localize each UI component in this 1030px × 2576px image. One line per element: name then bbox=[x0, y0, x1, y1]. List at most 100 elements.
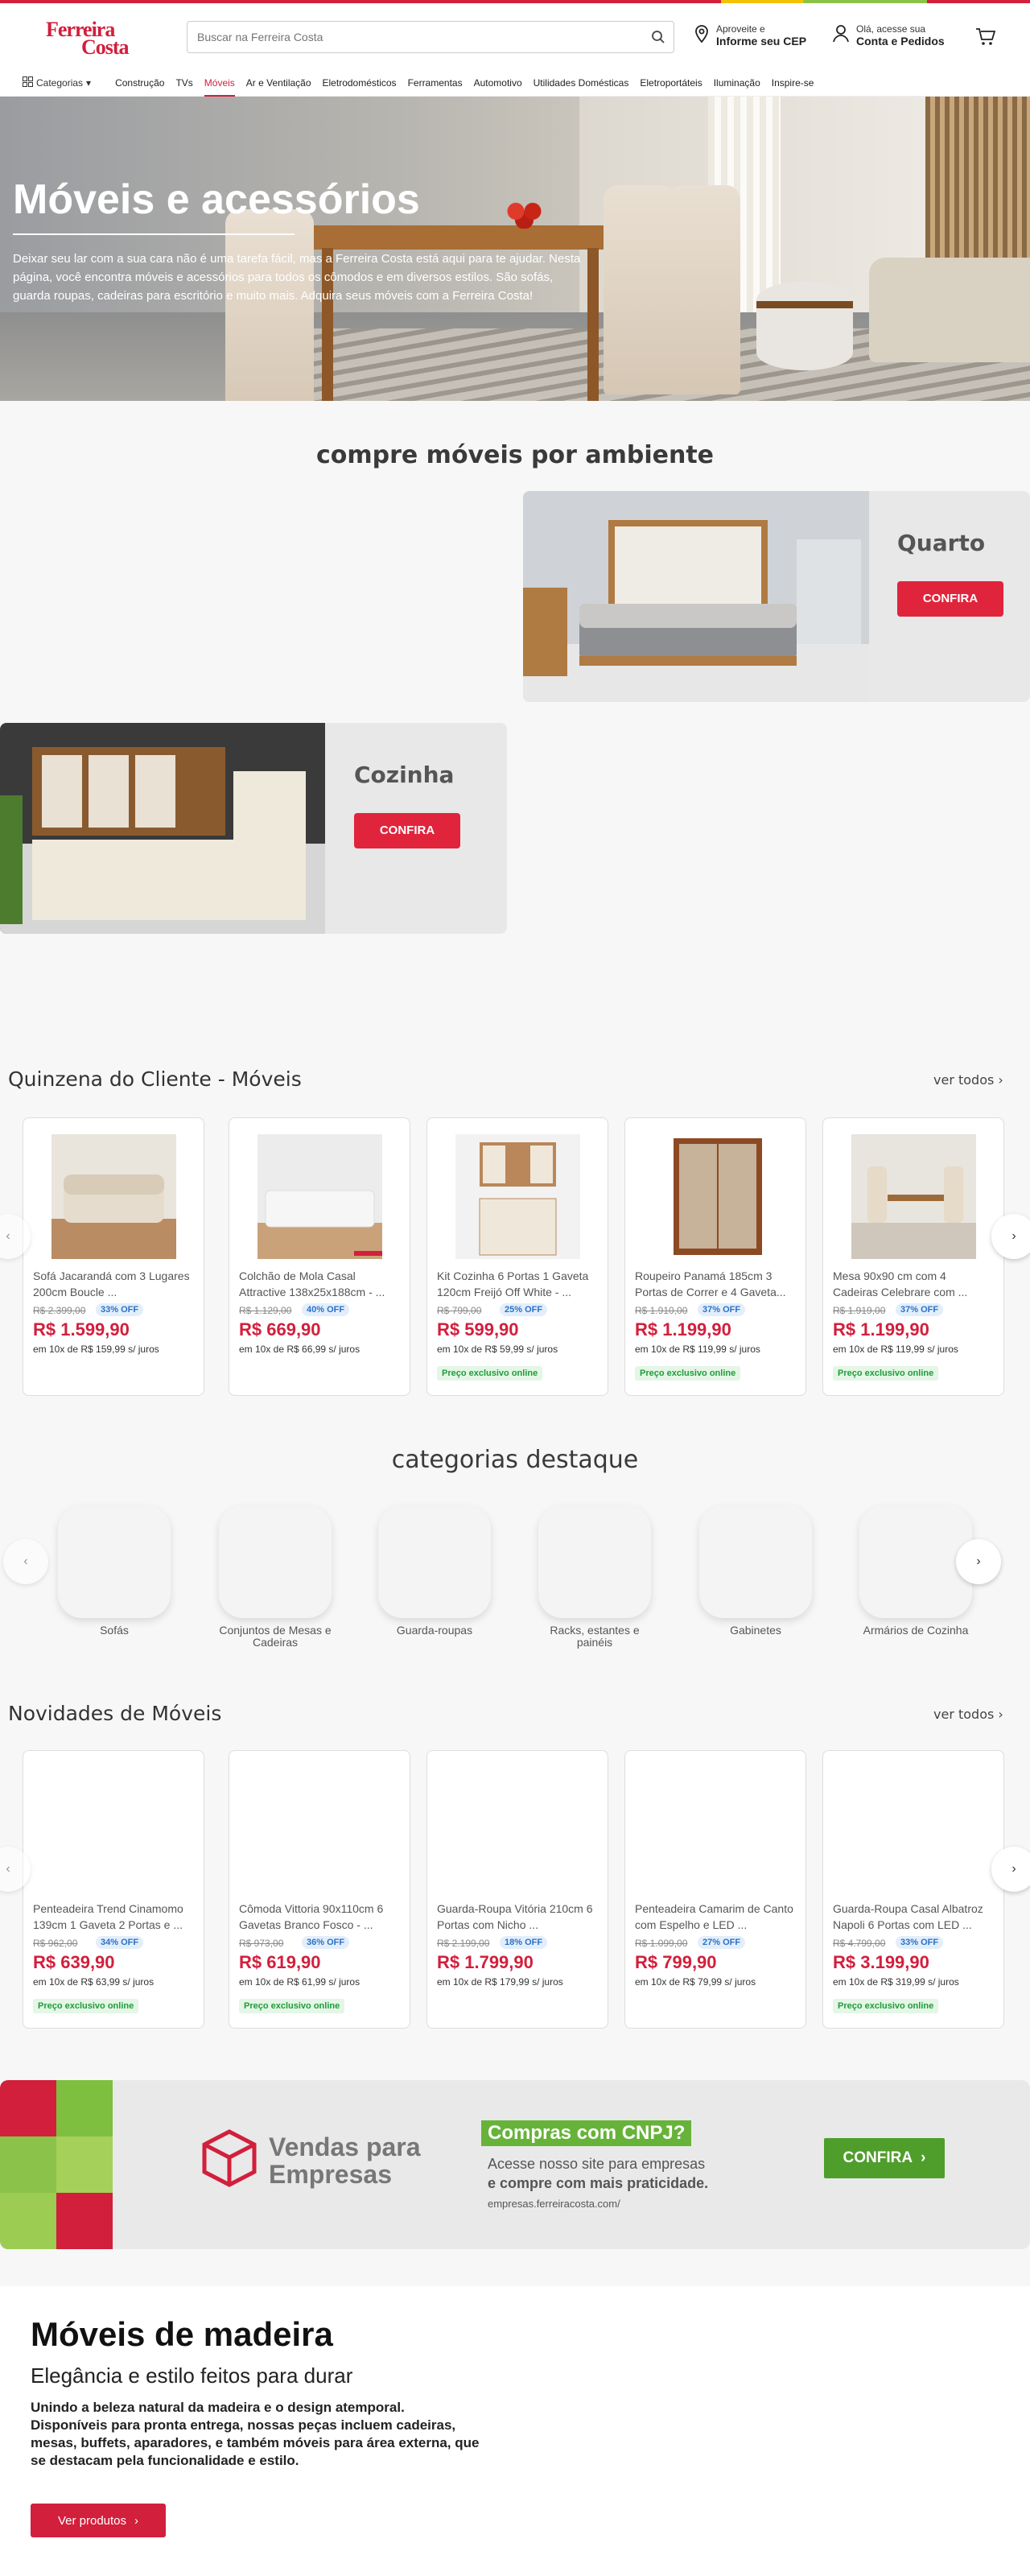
empresas-url: empresas.ferreiracosta.com/ bbox=[488, 2198, 620, 2210]
ferreira-costa-logo[interactable]: Ferreira Costa bbox=[44, 18, 149, 60]
category-item[interactable]: Racks, estantes e painéis bbox=[538, 1505, 651, 1649]
product-card[interactable]: Cômoda Vittoria 90x110cm 6 Gavetas Branc… bbox=[229, 1750, 410, 2029]
nav-item-eletrodomesticos[interactable]: Eletrodomésticos bbox=[323, 69, 397, 97]
cart-icon[interactable] bbox=[975, 27, 996, 51]
category-item[interactable]: Conjuntos de Mesas e Cadeiras bbox=[219, 1505, 332, 1649]
novidades-see-all[interactable]: ver todos › bbox=[933, 1707, 1003, 1722]
carousel-next-button[interactable]: › bbox=[991, 1214, 1030, 1259]
product-price: R$ 599,90 bbox=[437, 1319, 519, 1340]
cnpj-text: Acesse nosso site para empresas e compre… bbox=[488, 2156, 709, 2191]
nav-item-moveis[interactable]: Móveis bbox=[204, 69, 235, 97]
nav-item-iluminacao[interactable]: Iluminação bbox=[714, 69, 760, 97]
product-name: Roupeiro Panamá 185cm 3 Portas de Correr… bbox=[635, 1269, 786, 1298]
search-icon[interactable] bbox=[651, 30, 665, 48]
installment-text: em 10x de R$ 159,99 s/ juros bbox=[33, 1344, 159, 1355]
tile bbox=[56, 2136, 113, 2193]
product-old-price: R$ 962,00 bbox=[33, 1938, 78, 1949]
installment-text: em 10x de R$ 79,99 s/ juros bbox=[635, 1976, 756, 1988]
product-name: Sofá Jacarandá com 3 Lugares 200cm Boucl… bbox=[33, 1269, 190, 1298]
confira-empresas-button[interactable]: CONFIRA › bbox=[824, 2138, 945, 2178]
chevron-right-icon: › bbox=[998, 1072, 1003, 1088]
nav-item-eletroportateis[interactable]: Eletroportáteis bbox=[640, 69, 702, 97]
product-price: R$ 639,90 bbox=[33, 1952, 115, 1972]
madeira-subtitle: Elegância e estilo feitos para durar bbox=[31, 2363, 353, 2388]
product-card[interactable]: Colchão de Mola Casal Attractive 138x25x… bbox=[229, 1117, 410, 1396]
category-item[interactable]: Gabinetes bbox=[699, 1505, 812, 1637]
product-name: Kit Cozinha 6 Portas 1 Gaveta 120cm Frei… bbox=[437, 1269, 589, 1298]
chevron-left-icon: ‹ bbox=[6, 1862, 10, 1876]
hero-title: Móveis e acessórios bbox=[13, 176, 420, 223]
product-price: R$ 619,90 bbox=[239, 1952, 321, 1972]
chevron-right-icon: › bbox=[1011, 1229, 1016, 1243]
hero-sofa bbox=[869, 258, 1030, 362]
product-card[interactable]: Roupeiro Panamá 185cm 3 Portas de Correr… bbox=[624, 1117, 806, 1396]
category-image bbox=[699, 1505, 812, 1618]
discount-badge: 33% OFF bbox=[896, 1936, 944, 1949]
category-prev-button[interactable]: ‹ bbox=[3, 1539, 48, 1584]
nav-item-construcao[interactable]: Construção bbox=[115, 69, 164, 97]
search-input[interactable] bbox=[187, 22, 622, 52]
chevron-right-icon: › bbox=[134, 2513, 139, 2528]
hero-banner: Móveis e acessórios Deixar seu lar com a… bbox=[0, 97, 1030, 401]
discount-badge: 40% OFF bbox=[302, 1303, 350, 1316]
category-item[interactable]: Sofás bbox=[58, 1505, 171, 1637]
hero-fruit-bowl bbox=[499, 200, 555, 229]
categories-menu[interactable]: Categorias ▾ bbox=[23, 76, 91, 89]
carousel-next-button[interactable]: › bbox=[991, 1847, 1030, 1892]
product-old-price: R$ 2.199,00 bbox=[437, 1938, 490, 1949]
category-image bbox=[378, 1505, 491, 1618]
product-card[interactable]: Kit Cozinha 6 Portas 1 Gaveta 120cm Frei… bbox=[426, 1117, 608, 1396]
installment-text: em 10x de R$ 59,99 s/ juros bbox=[437, 1344, 558, 1355]
hero-chair bbox=[604, 185, 676, 394]
ver-produtos-button[interactable]: Ver produtos › bbox=[31, 2504, 166, 2537]
discount-badge: 36% OFF bbox=[302, 1936, 350, 1949]
product-old-price: R$ 1.129,00 bbox=[239, 1305, 292, 1316]
chevron-left-icon: ‹ bbox=[23, 1554, 28, 1568]
exclusive-online-badge: Preço exclusivo online bbox=[833, 1999, 939, 2013]
hero-chair bbox=[225, 209, 314, 401]
discount-badge: 37% OFF bbox=[896, 1303, 944, 1316]
category-item[interactable]: Guarda-roupas bbox=[378, 1505, 491, 1637]
nav-item-tvs[interactable]: TVs bbox=[175, 69, 192, 97]
quarto-image bbox=[523, 491, 869, 702]
product-card[interactable]: Penteadeira Trend Cinamomo 139cm 1 Gavet… bbox=[23, 1750, 204, 2029]
nav-item-automotivo[interactable]: Automotivo bbox=[474, 69, 522, 97]
category-image bbox=[58, 1505, 171, 1618]
exclusive-online-badge: Preço exclusivo online bbox=[33, 1999, 139, 2013]
nav-item-utilidades[interactable]: Utilidades Domésticas bbox=[534, 69, 629, 97]
discount-badge: 27% OFF bbox=[698, 1936, 746, 1949]
nav-item-inspire-se[interactable]: Inspire-se bbox=[772, 69, 814, 97]
product-price: R$ 1.199,90 bbox=[833, 1319, 929, 1340]
product-card[interactable]: Guarda-Roupa Vitória 210cm 6 Portas com … bbox=[426, 1750, 608, 2029]
empresas-banner[interactable]: Vendas para Empresas Compras com CNPJ? A… bbox=[0, 2080, 1030, 2249]
product-name: Mesa 90x90 cm com 4 Cadeiras Celebrare c… bbox=[833, 1269, 968, 1298]
category-next-button[interactable]: › bbox=[956, 1539, 1001, 1584]
cep-selector[interactable]: Aproveite e Informe seu CEP bbox=[694, 23, 806, 47]
product-card[interactable]: Guarda-Roupa Casal Albatroz Napoli 6 Por… bbox=[822, 1750, 1004, 2029]
ambiente-card-cozinha[interactable]: Cozinha CONFIRA bbox=[0, 723, 507, 934]
product-card[interactable]: Penteadeira Camarim de Canto com Espelho… bbox=[624, 1750, 806, 2029]
vendas-empresas-logo: Vendas para Empresas bbox=[201, 2128, 422, 2192]
quinzena-see-all[interactable]: ver todos › bbox=[933, 1072, 1003, 1088]
confira-quarto-button[interactable]: CONFIRA bbox=[897, 581, 1003, 617]
product-card[interactable]: Sofá Jacarandá com 3 Lugares 200cm Boucl… bbox=[23, 1117, 204, 1396]
installment-text: em 10x de R$ 119,99 s/ juros bbox=[833, 1344, 958, 1355]
discount-badge: 37% OFF bbox=[698, 1303, 746, 1316]
product-card[interactable]: Mesa 90x90 cm com 4 Cadeiras Celebrare c… bbox=[822, 1117, 1004, 1396]
product-old-price: R$ 1.919,00 bbox=[833, 1305, 886, 1316]
nav-item-ar-ventilacao[interactable]: Ar e Ventilação bbox=[246, 69, 311, 97]
product-old-price: R$ 4.799,00 bbox=[833, 1938, 886, 1949]
account-link[interactable]: Olá, acesse sua Conta e Pedidos bbox=[832, 23, 945, 47]
ambientes-title: compre móveis por ambiente bbox=[315, 441, 715, 469]
discount-badge: 34% OFF bbox=[96, 1936, 144, 1949]
discount-badge: 18% OFF bbox=[500, 1936, 548, 1949]
ambiente-card-quarto[interactable]: Quarto CONFIRA bbox=[523, 491, 1030, 702]
category-item[interactable]: Armários de Cozinha bbox=[859, 1505, 972, 1637]
hero-text: Deixar seu lar com a sua cara não é uma … bbox=[13, 252, 581, 303]
confira-cozinha-button[interactable]: CONFIRA bbox=[354, 813, 460, 848]
product-price: R$ 1.199,90 bbox=[635, 1319, 731, 1340]
madeira-title: Móveis de madeira bbox=[31, 2315, 333, 2353]
nav-item-ferramentas[interactable]: Ferramentas bbox=[408, 69, 463, 97]
categorias-title: categorias destaque bbox=[391, 1446, 639, 1474]
product-price: R$ 1.799,90 bbox=[437, 1952, 534, 1972]
